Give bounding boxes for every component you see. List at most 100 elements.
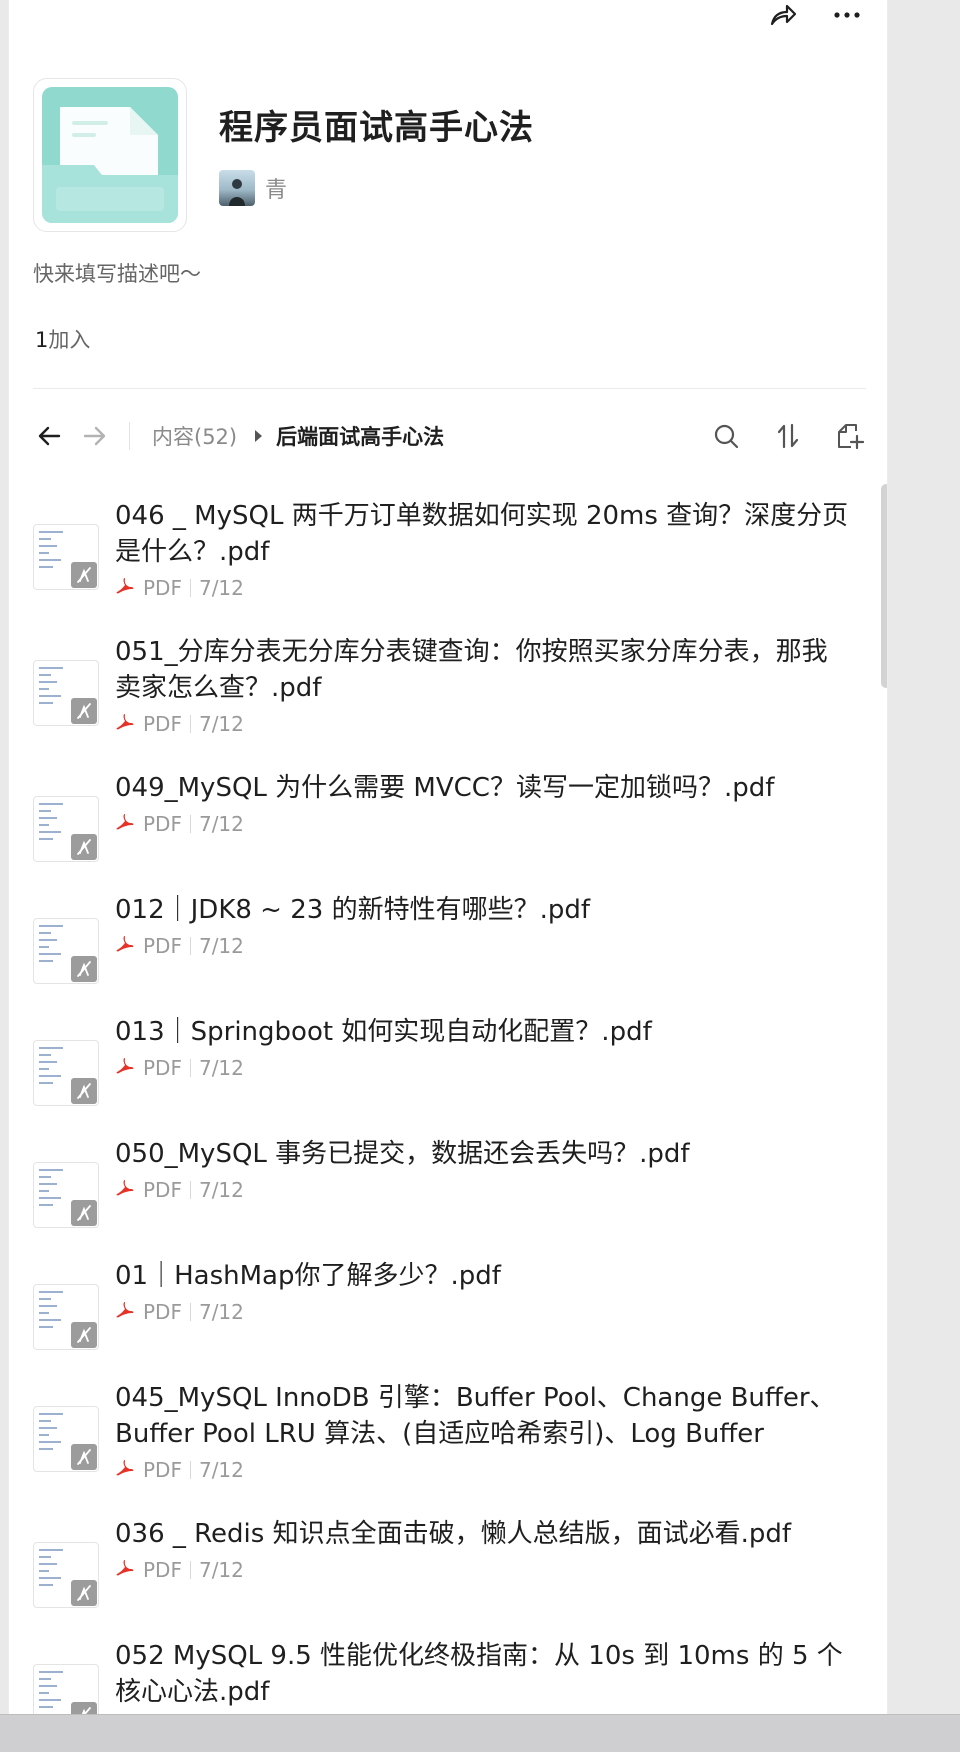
file-date: 7/12	[198, 934, 244, 958]
offline-badge-icon	[71, 1078, 97, 1104]
meta-separator	[189, 1181, 191, 1199]
file-meta: PDF 7/12	[115, 1454, 853, 1486]
file-thumbnail	[33, 1542, 99, 1608]
file-date: 7/12	[198, 1300, 244, 1324]
meta-separator	[189, 1561, 191, 1579]
file-thumbnail	[33, 918, 99, 984]
list-item[interactable]: 01｜HashMap你了解多少？.pdf PDF 7/12	[33, 1258, 853, 1350]
folder-icon	[42, 87, 178, 223]
meta-separator	[189, 1461, 191, 1479]
offline-badge-icon	[71, 698, 97, 724]
search-icon[interactable]	[710, 422, 742, 450]
pdf-icon	[115, 713, 135, 735]
file-thumbnail	[33, 1406, 99, 1472]
file-title: 051_分库分表无分库分表键查询：你按照买家分库分表，那我卖家怎么查？.pdf	[115, 637, 828, 703]
meta-separator	[189, 715, 191, 733]
file-meta: PDF 7/12	[115, 1554, 853, 1586]
knowledge-base-panel: 程序员面试高手心法 青 快来填写描述吧～ 1加入 内容(52) 后端面试高手心法	[8, 0, 888, 1714]
file-title: 049_MySQL 为什么需要 MVCC？读写一定加锁吗？.pdf	[115, 773, 775, 803]
new-item-icon[interactable]	[834, 422, 866, 450]
more-icon[interactable]	[831, 1, 863, 29]
pdf-icon	[115, 577, 135, 599]
toolbar-actions	[710, 422, 866, 450]
file-type: PDF	[143, 576, 182, 600]
file-meta: PDF 7/12	[115, 708, 853, 740]
sort-icon[interactable]	[772, 422, 804, 450]
file-type: PDF	[143, 1300, 182, 1324]
file-title: 045_MySQL InnoDB 引擎：Buffer Pool、Change B…	[115, 1383, 836, 1449]
member-count-number: 1	[35, 328, 49, 352]
meta-separator	[189, 937, 191, 955]
file-meta: PDF 7/12	[115, 1296, 853, 1328]
pdf-icon	[115, 935, 135, 957]
top-actions	[767, 0, 863, 30]
pdf-icon	[115, 1301, 135, 1323]
list-item[interactable]: 036 _ Redis 知识点全面击破，懒人总结版，面试必看.pdf PDF 7…	[33, 1516, 853, 1608]
offline-badge-icon	[71, 956, 97, 982]
meta-separator	[189, 1303, 191, 1321]
pdf-icon	[115, 1459, 135, 1481]
pdf-icon	[115, 1179, 135, 1201]
knowledge-base-cover[interactable]	[33, 78, 187, 232]
file-title: 052 MySQL 9.5 性能优化终极指南：从 10s 到 10ms 的 5 …	[115, 1641, 843, 1707]
breadcrumb-current: 后端面试高手心法	[276, 425, 445, 449]
file-date: 7/12	[198, 812, 244, 836]
divider	[33, 388, 866, 389]
list-item[interactable]: 046 _ MySQL 两千万订单数据如何实现 20ms 查询？深度分页是什么？…	[33, 498, 853, 604]
file-date: 7/12	[198, 1458, 244, 1482]
scrollbar[interactable]	[881, 484, 887, 688]
meta-separator	[189, 579, 191, 597]
file-meta: PDF 7/12	[115, 1052, 853, 1084]
file-date: 7/12	[198, 1558, 244, 1582]
member-count[interactable]: 1加入	[35, 324, 90, 354]
pdf-icon	[115, 1559, 135, 1581]
list-item[interactable]: 049_MySQL 为什么需要 MVCC？读写一定加锁吗？.pdf PDF 7/…	[33, 770, 853, 862]
list-item[interactable]: 052 MySQL 9.5 性能优化终极指南：从 10s 到 10ms 的 5 …	[33, 1638, 853, 1714]
list-item[interactable]: 045_MySQL InnoDB 引擎：Buffer Pool、Change B…	[33, 1380, 853, 1486]
list-item[interactable]: 012｜JDK8 ~ 23 的新特性有哪些？.pdf PDF 7/12	[33, 892, 853, 984]
file-meta: PDF 7/12	[115, 930, 853, 962]
breadcrumb-root[interactable]: 内容(52)	[152, 421, 237, 451]
file-title: 012｜JDK8 ~ 23 的新特性有哪些？.pdf	[115, 895, 590, 925]
file-meta: PDF 7/12	[115, 808, 853, 840]
file-title: 046 _ MySQL 两千万订单数据如何实现 20ms 查询？深度分页是什么？…	[115, 501, 849, 567]
forward-arrow-icon[interactable]	[79, 422, 111, 450]
file-type: PDF	[143, 1056, 182, 1080]
file-date: 7/12	[198, 712, 244, 736]
owner-name: 青	[265, 178, 288, 203]
file-title: 050_MySQL 事务已提交，数据还会丢失吗？.pdf	[115, 1139, 690, 1169]
offline-badge-icon	[71, 562, 97, 588]
caret-right-icon	[255, 430, 263, 442]
file-thumbnail	[33, 1162, 99, 1228]
file-thumbnail	[33, 1284, 99, 1350]
file-thumbnail	[33, 524, 99, 590]
file-type: PDF	[143, 1558, 182, 1582]
member-count-label: 加入	[48, 328, 91, 352]
file-meta: PDF 7/12	[115, 572, 853, 604]
owner[interactable]: 青	[219, 170, 287, 206]
back-arrow-icon[interactable]	[33, 422, 65, 450]
offline-badge-icon	[71, 1322, 97, 1348]
meta-separator	[189, 1059, 191, 1077]
offline-badge-icon	[71, 1580, 97, 1606]
file-list: 046 _ MySQL 两千万订单数据如何实现 20ms 查询？深度分页是什么？…	[33, 476, 853, 1714]
file-type: PDF	[143, 712, 182, 736]
offline-badge-icon	[71, 1702, 97, 1714]
list-item[interactable]: 013｜Springboot 如何实现自动化配置？.pdf PDF 7/12	[33, 1014, 853, 1106]
description[interactable]: 快来填写描述吧～	[33, 258, 201, 288]
file-thumbnail	[33, 660, 99, 726]
list-item[interactable]: 050_MySQL 事务已提交，数据还会丢失吗？.pdf PDF 7/12	[33, 1136, 853, 1228]
file-meta: PDF 7/12	[115, 1174, 853, 1206]
file-date: 7/12	[198, 576, 244, 600]
page-title: 程序员面试高手心法	[219, 108, 534, 148]
share-icon[interactable]	[767, 1, 799, 29]
file-type: PDF	[143, 812, 182, 836]
file-type: PDF	[143, 934, 182, 958]
offline-badge-icon	[71, 1444, 97, 1470]
offline-badge-icon	[71, 1200, 97, 1226]
list-item[interactable]: 051_分库分表无分库分表键查询：你按照买家分库分表，那我卖家怎么查？.pdf …	[33, 634, 853, 740]
file-title: 036 _ Redis 知识点全面击破，懒人总结版，面试必看.pdf	[115, 1519, 792, 1549]
offline-badge-icon	[71, 834, 97, 860]
pdf-icon	[115, 813, 135, 835]
file-thumbnail	[33, 1040, 99, 1106]
